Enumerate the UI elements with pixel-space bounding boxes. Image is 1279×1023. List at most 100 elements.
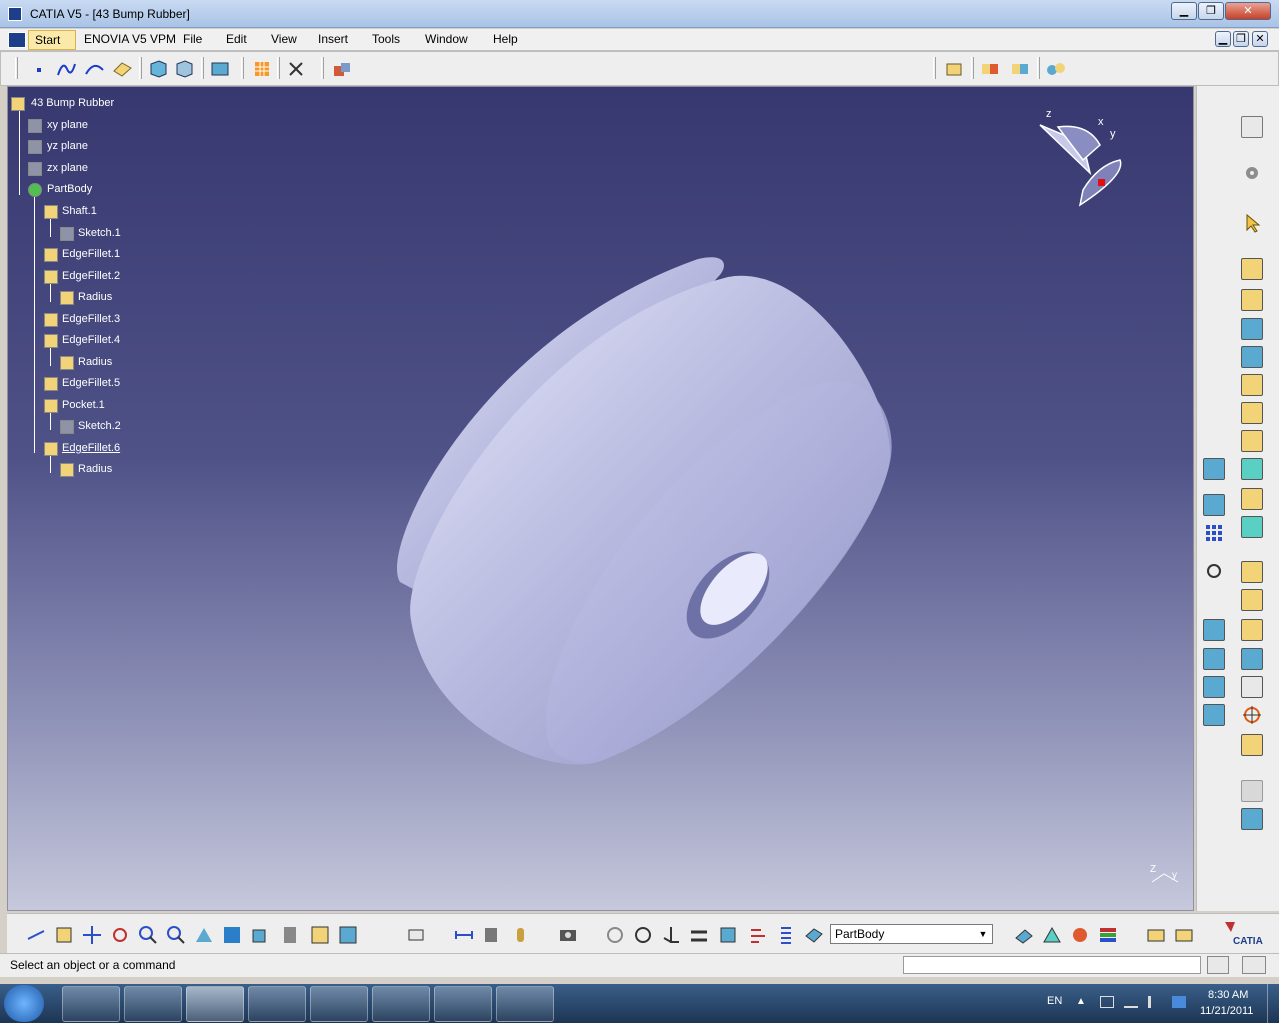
redo-icon[interactable] [632,924,654,946]
snap-icon[interactable] [285,58,307,80]
normal-view-icon[interactable] [193,924,215,946]
fly-mode-icon[interactable] [25,924,47,946]
layers-icon[interactable] [1097,924,1119,946]
sheet-metal-icon[interactable] [1013,924,1035,946]
toolbar-grip[interactable] [15,57,18,79]
close-button[interactable]: ✕ [1225,2,1271,20]
undo-icon[interactable] [604,924,626,946]
fit-all-icon[interactable] [53,924,75,946]
measure-between-icon[interactable] [453,924,475,946]
menu-insert[interactable]: Insert [318,32,348,46]
knowledge-icon[interactable] [747,924,769,946]
menu-help[interactable]: Help [493,32,518,46]
draft-tool-icon[interactable] [1241,516,1263,538]
hole-tool-icon[interactable] [1241,374,1263,396]
multi-view-icon[interactable] [221,924,243,946]
close-surface-icon[interactable] [1203,704,1225,726]
action-center-icon[interactable] [1100,996,1114,1008]
hide-show-icon[interactable] [309,924,331,946]
taskbar-media-icon[interactable] [434,986,492,1022]
taskbar-app-icon[interactable] [310,986,368,1022]
analysis-shading-icon[interactable] [1069,924,1091,946]
pocket-tool-icon[interactable] [1241,289,1263,311]
power-input-icon[interactable] [1207,956,1229,974]
boolean-icon[interactable] [1203,619,1225,641]
slot-tool-icon[interactable] [1241,430,1263,452]
dress-up-icon[interactable] [1203,458,1225,480]
toolbar-grip[interactable] [971,57,974,79]
current-body-select[interactable]: PartBody ▼ [830,924,993,944]
measure-item-icon[interactable] [481,924,503,946]
zoom-in-icon[interactable] [137,924,159,946]
sketch-tool-icon[interactable] [1241,116,1263,138]
pan-icon[interactable] [81,924,103,946]
split-icon[interactable] [1203,648,1225,670]
doc-restore-button[interactable]: ❐ [1233,31,1249,47]
menu-start[interactable]: Start [28,30,76,50]
arc-icon[interactable] [83,58,105,80]
shaft-tool-icon[interactable] [1241,318,1263,340]
assembly-icon[interactable] [209,58,231,80]
work-object-icon[interactable] [803,924,825,946]
menu-view[interactable]: View [271,32,297,46]
analysis-icon[interactable] [1009,58,1031,80]
clock-date[interactable]: 11/21/2011 [1200,1005,1253,1017]
axis-tool-icon[interactable] [1241,704,1263,726]
toolbar-grip[interactable] [241,57,244,79]
chevron-down-icon[interactable]: ▼ [976,927,990,941]
taskbar-pdf-icon[interactable] [372,986,430,1022]
chamfer-tool-icon[interactable] [1241,488,1263,510]
minimize-button[interactable]: ▁ [1171,2,1197,20]
assembly-tools-icon[interactable] [1173,924,1195,946]
plane-tool-icon[interactable] [111,58,133,80]
rotate-icon[interactable] [109,924,131,946]
3d-viewport[interactable]: 43 Bump Rubber xy plane yz plane zx plan… [7,86,1194,911]
restore-button[interactable]: ❐ [1198,2,1224,20]
pad-icon[interactable] [1241,258,1263,280]
thickness-tool-icon[interactable] [1241,589,1263,611]
link-icon[interactable] [1045,58,1067,80]
dropbox-icon[interactable] [1172,996,1186,1008]
fillet-tool-icon[interactable] [1241,458,1263,480]
toolbar-grip[interactable] [277,57,280,79]
show-desktop-button[interactable] [1267,984,1279,1023]
annotation-icon[interactable] [1241,780,1263,802]
table-icon[interactable] [717,924,739,946]
taskbar-calculator-icon[interactable] [496,986,554,1022]
mirror-tool-icon[interactable] [1241,648,1263,670]
spline-icon[interactable] [55,58,77,80]
insert-body-icon[interactable] [1241,808,1263,830]
taskbar-explorer-icon[interactable] [124,986,182,1022]
measure-icon[interactable] [1203,560,1225,582]
zoom-out-icon[interactable] [165,924,187,946]
product-icon[interactable] [943,58,965,80]
transform-icon[interactable] [1203,494,1225,516]
windows-start-icon[interactable] [4,985,44,1022]
scale-tool-icon[interactable] [1241,734,1263,756]
bump-rubber-model[interactable] [8,87,1194,911]
product-structure-icon[interactable] [1145,924,1167,946]
taskbar-opera-icon[interactable] [248,986,306,1022]
constraint-icon[interactable] [979,58,1001,80]
capture-icon[interactable] [557,924,579,946]
settings-icon[interactable] [1241,162,1263,184]
network-icon[interactable] [1124,996,1138,1008]
document-icon[interactable] [8,32,26,48]
update-icon[interactable] [405,924,427,946]
select-arrow-icon[interactable] [1241,212,1263,234]
axis-icon[interactable] [660,924,682,946]
apply-material-icon[interactable] [509,924,531,946]
compass-widget[interactable]: z x y [1028,105,1138,215]
scale-icon[interactable] [688,924,710,946]
thread-tool-icon[interactable] [1241,619,1263,641]
tray-expand-icon[interactable]: ▲ [1076,996,1086,1007]
search-icon[interactable] [1242,956,1266,974]
rib-tool-icon[interactable] [1241,402,1263,424]
iso-view-icon[interactable] [249,924,271,946]
volume-icon[interactable] [1148,996,1162,1008]
material-icon[interactable] [331,58,353,80]
doc-minimize-button[interactable]: ▁ [1215,31,1231,47]
command-input[interactable] [903,956,1201,974]
sketcher-icon[interactable] [173,58,195,80]
toolbar-grip[interactable] [1037,57,1040,79]
